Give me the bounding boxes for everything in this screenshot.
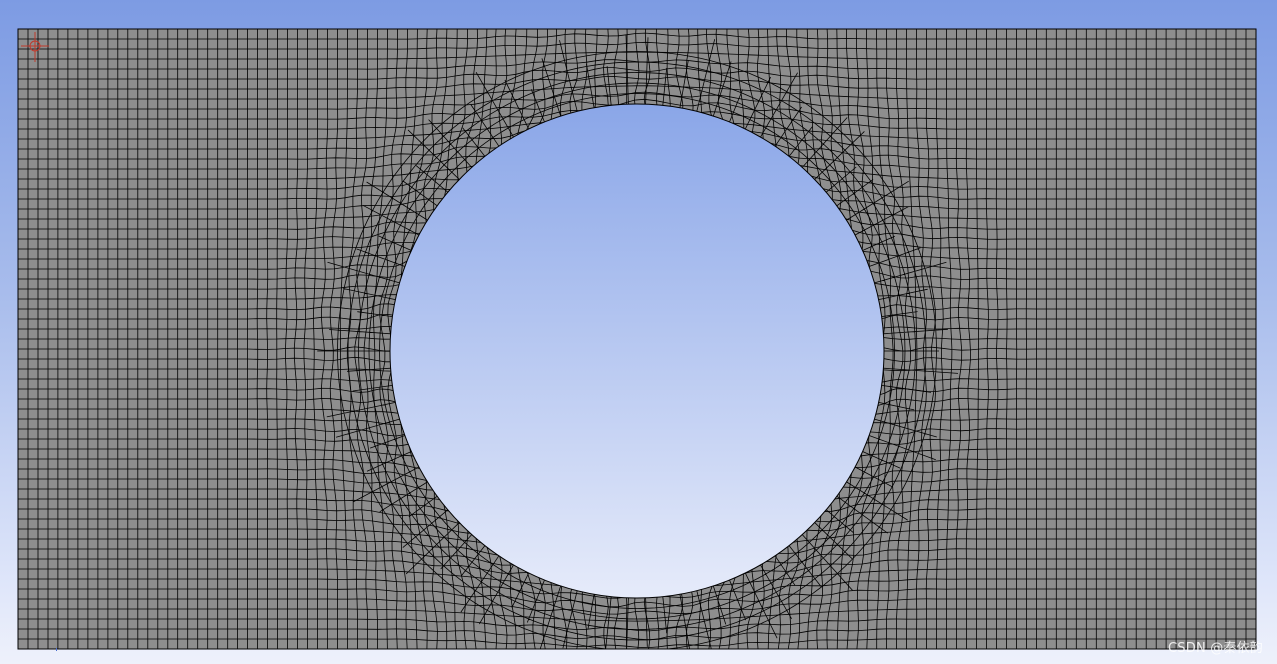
watermark-text: CSDN @秦依韵 — [1168, 641, 1263, 656]
circular-hole — [389, 103, 885, 599]
mesh-view[interactable] — [0, 0, 1277, 664]
viewport-corner-tick — [56, 648, 57, 651]
graphics-viewport[interactable]: CSDN @秦依韵 — [0, 0, 1277, 664]
